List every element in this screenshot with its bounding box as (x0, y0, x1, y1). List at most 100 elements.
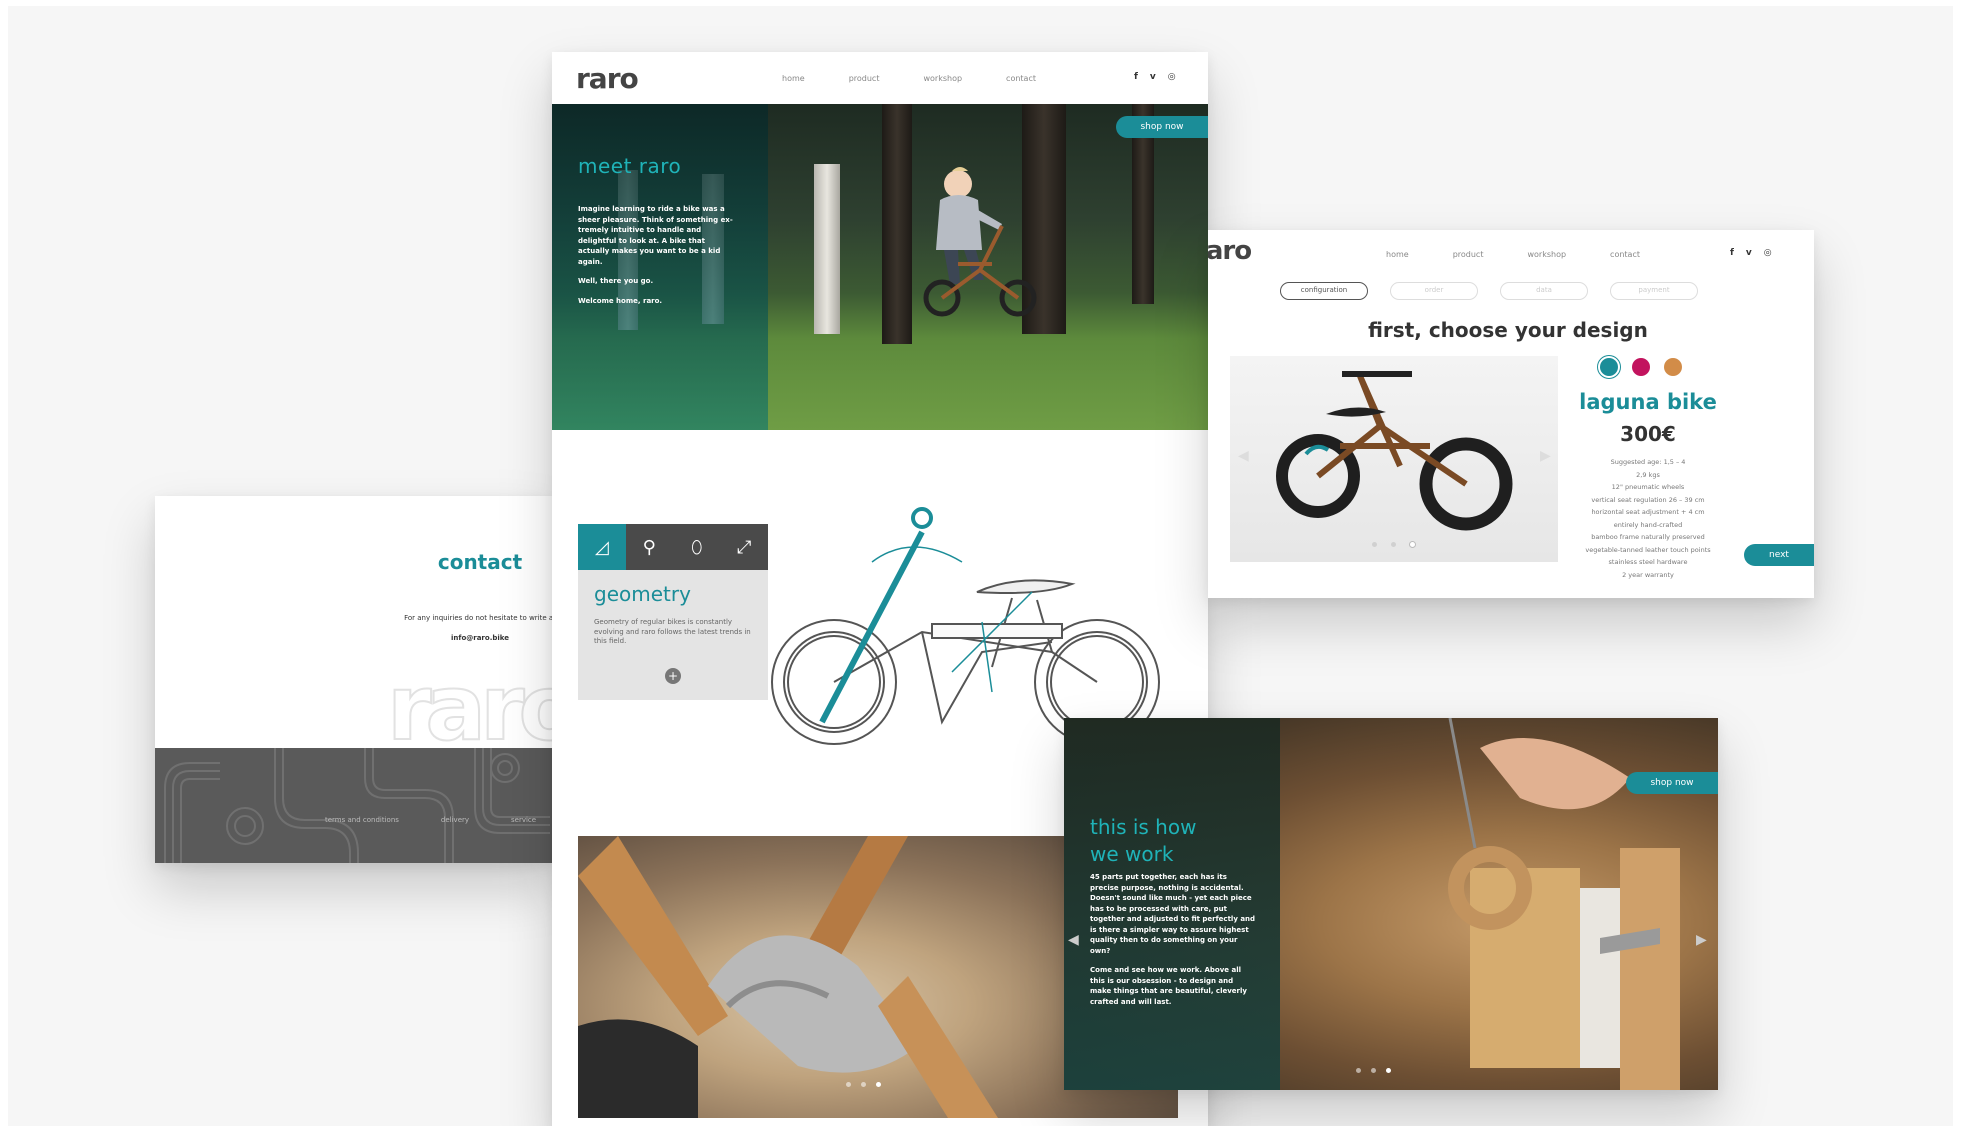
tree-trunk (882, 104, 912, 344)
feature-tabs: ◿ ⚲ ⬯ ⤢ (578, 524, 768, 570)
hero-section: meet raro Imagine learning to ride a bik… (552, 104, 1208, 430)
config-title: first, choose your design (1368, 318, 1648, 342)
workshop-paragraph: 45 parts put together, each has its prec… (1090, 873, 1256, 955)
carousel-dot[interactable] (1372, 542, 1377, 547)
product-photo: ◀ ▶ (1230, 356, 1558, 562)
shop-now-button[interactable]: shop now (1626, 772, 1718, 794)
carousel-dots (846, 1082, 881, 1087)
facebook-icon[interactable]: f (1134, 72, 1138, 82)
step-data[interactable]: data (1500, 282, 1588, 300)
instagram-icon[interactable]: ◎ (1764, 248, 1772, 258)
step-configuration[interactable]: configuration (1280, 282, 1368, 300)
configurator-page: raro home product workshop contact f v ◎… (1208, 230, 1814, 598)
nav-home[interactable]: home (1386, 250, 1409, 259)
spec-line: vertical seat regulation 26 – 39 cm (1591, 495, 1705, 504)
contact-title: contact (437, 550, 523, 574)
contact-email[interactable]: info@raro.bike (155, 634, 553, 642)
carousel-dot[interactable] (1391, 542, 1396, 547)
nav-links: home product workshop contact (782, 74, 1036, 83)
child-on-bike-photo (923, 167, 1037, 317)
angle-icon[interactable]: ◿ (578, 524, 626, 570)
vimeo-icon[interactable]: v (1150, 72, 1156, 82)
nav-contact[interactable]: contact (1006, 74, 1036, 83)
contact-text: For any inquiries do not hesitate to wri… (404, 614, 553, 622)
spec-line: 2,9 kgs (1636, 470, 1660, 479)
carousel-dots (1356, 1068, 1391, 1073)
hero-paragraph: Welcome home, raro. (578, 296, 663, 305)
step-order[interactable]: order (1390, 282, 1478, 300)
plus-button[interactable]: + (665, 668, 681, 684)
footer-links: terms and conditions delivery service (325, 816, 536, 824)
workshop-title-line: this is how (1090, 815, 1197, 839)
workshop-title: this is how we work (1090, 814, 1196, 868)
nav-workshop[interactable]: workshop (923, 74, 962, 83)
nav-home[interactable]: home (782, 74, 805, 83)
spec-line: 12" pneumatic wheels (1611, 483, 1685, 491)
vimeo-icon[interactable]: v (1746, 248, 1752, 258)
raro-logo[interactable]: raro (576, 62, 639, 95)
carousel-dot[interactable] (1356, 1068, 1361, 1073)
nav-contact[interactable]: contact (1610, 250, 1640, 259)
geometry-panel: ◿ ⚲ ⬯ ⤢ geometry Geometry of regular bik… (578, 524, 768, 700)
spec-line: stainless steel hardware (1608, 558, 1688, 566)
spec-line: 2 year warranty (1622, 570, 1674, 579)
product-name: laguna bike (1579, 390, 1717, 414)
color-swatch-orange[interactable] (1664, 358, 1682, 376)
carousel-dot[interactable] (1386, 1068, 1391, 1073)
geometry-text: Geometry of regular bikes is constantly … (594, 618, 751, 645)
social-links: f v ◎ (1730, 248, 1772, 258)
raro-watermark: raro (386, 655, 553, 762)
carousel-dot[interactable] (1410, 542, 1415, 547)
facebook-icon[interactable]: f (1730, 248, 1734, 258)
top-nav: raro home product workshop contact f v ◎ (552, 52, 1208, 104)
workshop-section: this is how we work 45 parts put togethe… (1064, 718, 1718, 1090)
prev-arrow-icon[interactable]: ◀ (1068, 932, 1079, 948)
footer-pattern (164, 748, 550, 863)
workshop-paragraph: Come and see how we work. Above all this… (1090, 966, 1247, 1006)
workshop-title-line: we work (1090, 842, 1174, 866)
delivery-link[interactable]: delivery (441, 816, 469, 824)
carousel-dot[interactable] (876, 1082, 881, 1087)
statue-plinth (814, 164, 840, 334)
shop-now-button[interactable]: shop now (1116, 116, 1208, 138)
step-payment[interactable]: payment (1610, 282, 1698, 300)
spec-line: vegetable-tanned leather touch points (1585, 545, 1711, 554)
carousel-dot[interactable] (1371, 1068, 1376, 1073)
nav-product[interactable]: product (1453, 250, 1484, 259)
spec-line: bamboo frame naturally preserved (1591, 533, 1705, 541)
raro-logo[interactable]: raro (1208, 236, 1252, 266)
next-button[interactable]: next (1744, 544, 1814, 566)
social-links: f v ◎ (1134, 72, 1176, 82)
workshop-copy: 45 parts put together, each has its prec… (1090, 872, 1256, 1016)
magnifier-icon[interactable]: ⚲ (626, 524, 674, 570)
leaf-icon[interactable]: ⬯ (673, 524, 721, 570)
color-swatches (1600, 358, 1682, 376)
prev-arrow-icon[interactable]: ◀ (1238, 448, 1249, 464)
carousel-dots (1372, 542, 1415, 547)
geometry-title: geometry (594, 582, 691, 606)
contact-footer (155, 748, 553, 863)
laguna-bike-photo (1276, 371, 1513, 531)
instagram-icon[interactable]: ◎ (1168, 72, 1176, 82)
showcase-canvas: contact For any inquiries do not hesitat… (8, 6, 1953, 1126)
next-arrow-icon[interactable]: ▶ (1540, 448, 1551, 464)
hero-paragraph: Imagine learning to ride a bike was a sh… (578, 205, 733, 266)
color-swatch-teal[interactable] (1600, 358, 1618, 376)
nav-workshop[interactable]: workshop (1527, 250, 1566, 259)
spec-line: Suggested age: 1,5 – 4 (1610, 458, 1686, 466)
carousel-dot[interactable] (846, 1082, 851, 1087)
contact-page: contact For any inquiries do not hesitat… (155, 496, 553, 863)
spec-line: entirely hand-crafted (1613, 520, 1683, 529)
next-arrow-icon[interactable]: ▶ (1696, 932, 1707, 948)
carousel-dot[interactable] (861, 1082, 866, 1087)
spec-line: horizontal seat adjustment + 4 cm (1591, 508, 1705, 516)
color-swatch-magenta[interactable] (1632, 358, 1650, 376)
service-link[interactable]: service (511, 816, 536, 824)
product-specs: Suggested age: 1,5 – 4 2,9 kgs 12" pneumat… (1558, 456, 1738, 581)
nav-product[interactable]: product (849, 74, 880, 83)
nav-links: home product workshop contact (1386, 250, 1640, 259)
terms-link[interactable]: terms and conditions (325, 816, 399, 824)
hero-copy: Imagine learning to ride a bike was a sh… (578, 204, 738, 315)
hero-paragraph: Well, there you go. (578, 277, 654, 285)
hero-title: meet raro (578, 154, 682, 178)
